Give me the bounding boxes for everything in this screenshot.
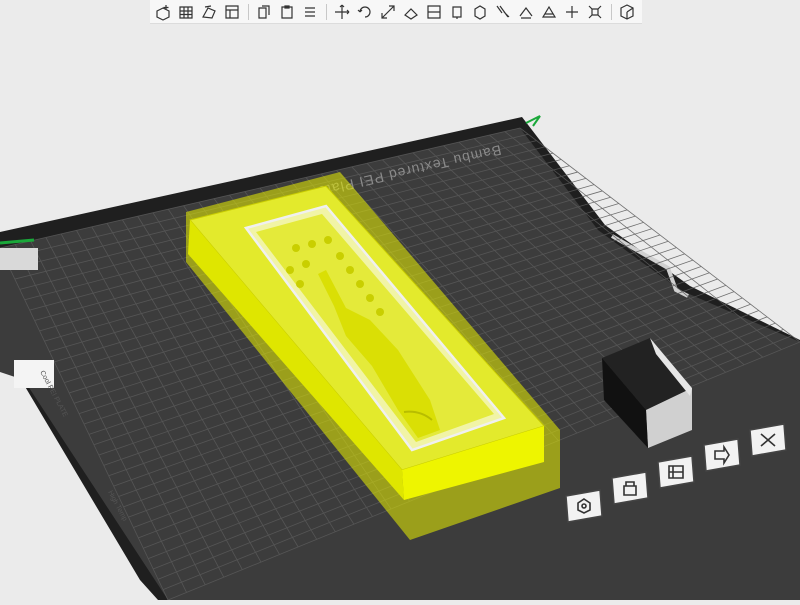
lock-plate-button[interactable] — [611, 471, 649, 505]
move-plate-button[interactable] — [703, 438, 741, 472]
delete-plate-button[interactable] — [749, 423, 787, 457]
toolbar-separator — [248, 3, 249, 20]
scale-icon — [381, 4, 395, 19]
split-icon — [566, 5, 578, 18]
layout-icon — [225, 4, 239, 19]
grid-button[interactable] — [175, 1, 197, 23]
measure-button[interactable] — [515, 1, 537, 23]
support-paint-icon — [452, 5, 462, 19]
fit-button[interactable] — [584, 1, 606, 23]
add-object-icon — [156, 4, 170, 21]
assembly-button[interactable] — [616, 1, 638, 23]
move-button[interactable] — [331, 1, 353, 23]
split-button[interactable] — [561, 1, 583, 23]
copy-icon — [258, 4, 270, 19]
toolbar-separator — [611, 3, 612, 20]
color-paint-icon — [541, 5, 557, 18]
rotate-button[interactable] — [354, 1, 376, 23]
lay-on-face-icon — [404, 7, 418, 20]
main-toolbar — [150, 0, 642, 24]
toolbar-separator — [326, 3, 327, 20]
support-paint-button[interactable] — [446, 1, 468, 23]
measure-icon — [519, 6, 533, 19]
origin-block — [0, 248, 38, 270]
cut-button[interactable] — [423, 1, 445, 23]
3d-viewport[interactable]: Bambu Textured PEI Plate Cool PEI PLATE … — [0, 0, 800, 601]
seam-paint-button[interactable] — [469, 1, 491, 23]
text-button[interactable] — [492, 1, 514, 23]
list-button[interactable] — [299, 1, 321, 23]
assembly-icon — [620, 3, 634, 20]
layout-button[interactable] — [221, 1, 243, 23]
paste-button[interactable] — [276, 1, 298, 23]
seam-paint-icon — [474, 4, 486, 20]
rotate-icon — [357, 5, 371, 18]
copy-button[interactable] — [253, 1, 275, 23]
lay-on-face-button[interactable] — [400, 1, 422, 23]
add-object-button[interactable] — [152, 1, 174, 23]
fit-icon — [588, 5, 602, 18]
arrange-plate-button[interactable] — [657, 455, 695, 489]
y-axis-marker — [525, 115, 541, 127]
cut-icon — [427, 4, 441, 19]
color-paint-button[interactable] — [538, 1, 560, 23]
text-icon — [496, 5, 510, 17]
settings-plate-button[interactable] — [565, 489, 603, 523]
move-icon — [335, 4, 350, 19]
paste-icon — [281, 4, 293, 19]
arrange-icon — [202, 4, 216, 19]
list-icon — [305, 6, 315, 17]
scale-button[interactable] — [377, 1, 399, 23]
grid-icon — [179, 5, 193, 19]
arrange-button[interactable] — [198, 1, 220, 23]
